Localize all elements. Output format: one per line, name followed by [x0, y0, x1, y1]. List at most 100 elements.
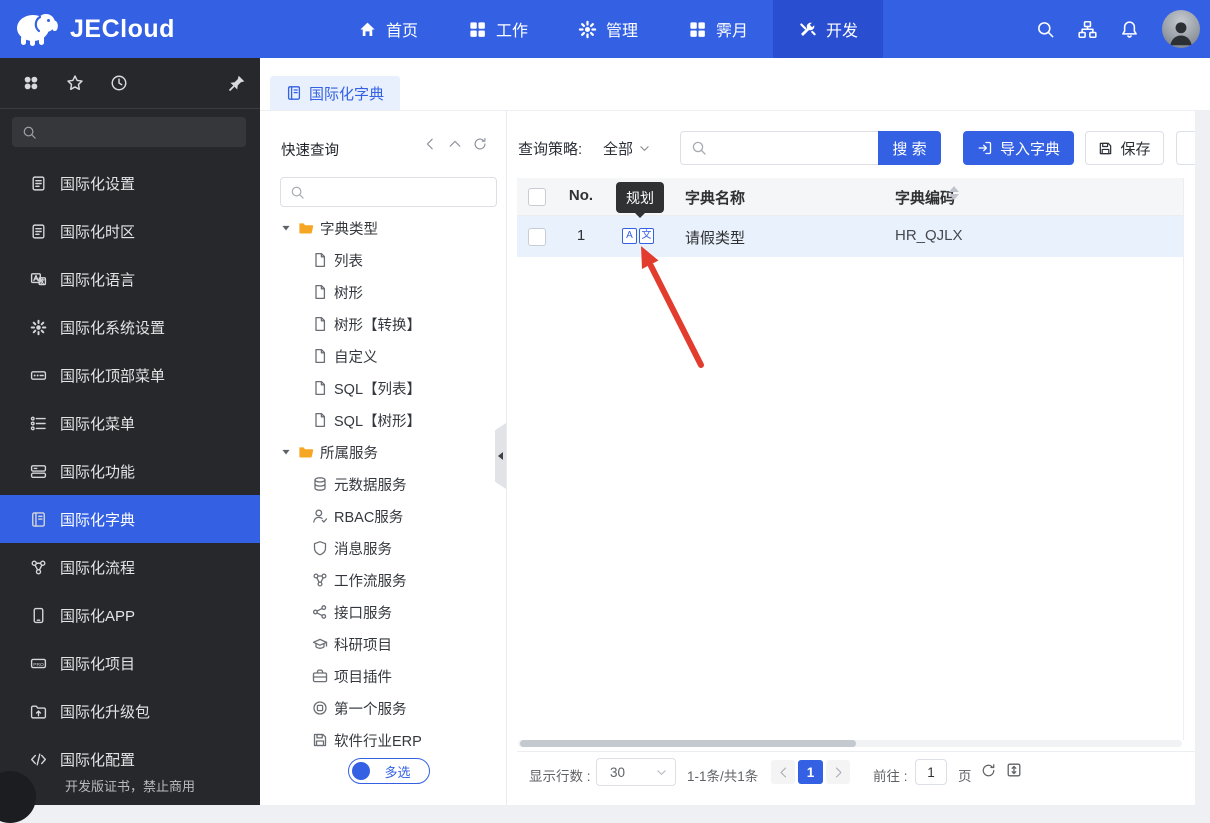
- save-button[interactable]: 保存: [1085, 131, 1164, 165]
- collapse-left-icon[interactable]: [423, 137, 437, 151]
- prev-page-button[interactable]: [771, 760, 795, 784]
- table-row[interactable]: 1 A 文 请假类型 HR_QJLX: [517, 216, 1183, 257]
- navbar-right: [1036, 0, 1200, 58]
- brand[interactable]: JECloud: [12, 0, 175, 58]
- nav-item[interactable]: 开发: [773, 0, 883, 58]
- goto-page-input[interactable]: [915, 759, 947, 785]
- next-page-button[interactable]: [826, 760, 850, 784]
- tree-item-label: 软件行业ERP: [334, 733, 422, 750]
- main-search: 搜 索: [680, 131, 941, 165]
- import-dictionary-button[interactable]: 导入字典: [963, 131, 1074, 165]
- page-number-button[interactable]: 1: [798, 760, 823, 784]
- apps-grid-icon[interactable]: [22, 74, 40, 92]
- user-avatar[interactable]: [1162, 10, 1200, 48]
- chevron-right-icon: [832, 766, 845, 779]
- rows-per-page-select[interactable]: 30: [596, 758, 676, 786]
- tree-item[interactable]: 消息服务: [280, 532, 500, 564]
- person-icon: [1166, 18, 1196, 48]
- tree-item[interactable]: 自定义: [280, 340, 500, 372]
- cell-dictionary-name: 请假类型: [685, 230, 746, 247]
- app-icon: [30, 607, 47, 624]
- tree-item[interactable]: 所属服务: [280, 436, 500, 468]
- refresh-icon[interactable]: [473, 137, 487, 151]
- sort-desc-icon: [949, 194, 959, 200]
- save-button-label: 保存: [1120, 140, 1151, 158]
- tree-item[interactable]: 元数据服务: [280, 468, 500, 500]
- sidebar-item-label: 国际化顶部菜单: [60, 367, 166, 385]
- query-strategy-select[interactable]: 全部: [603, 138, 651, 159]
- tree-item[interactable]: 接口服务: [280, 596, 500, 628]
- star-icon[interactable]: [66, 74, 84, 92]
- search-button[interactable]: 搜 索: [878, 131, 941, 165]
- row-checkbox[interactable]: [528, 228, 546, 246]
- panel-collapse-handle[interactable]: [495, 423, 506, 489]
- translate-badge-b: 文: [639, 228, 654, 244]
- tree-item[interactable]: 树形: [280, 276, 500, 308]
- code-icon: [30, 751, 47, 768]
- select-all-checkbox[interactable]: [528, 188, 546, 206]
- nav-item[interactable]: 霁月: [663, 0, 773, 58]
- quick-query-search[interactable]: [280, 177, 497, 207]
- search-icon[interactable]: [1036, 20, 1055, 39]
- pro-badge-icon: PRO: [30, 655, 47, 672]
- tree-item[interactable]: 列表: [280, 244, 500, 276]
- horizontal-scrollbar: [518, 740, 1182, 747]
- sidebar-item[interactable]: 国际化菜单: [0, 399, 260, 447]
- sidebar-item[interactable]: 国际化流程: [0, 543, 260, 591]
- tree-item[interactable]: SQL【树形】: [280, 404, 500, 436]
- scrollbar-thumb[interactable]: [520, 740, 856, 747]
- sidebar-search-input[interactable]: [45, 123, 229, 141]
- sidebar-item[interactable]: PRO 国际化项目: [0, 639, 260, 687]
- clipped-button[interactable]: [1176, 131, 1195, 165]
- tree-item[interactable]: 工作流服务: [280, 564, 500, 596]
- org-icon[interactable]: [1078, 20, 1097, 39]
- tree-item[interactable]: 软件行业ERP: [280, 724, 500, 756]
- cell-dictionary-code: HR_QJLX: [895, 227, 963, 244]
- folder-open-icon: [298, 220, 314, 236]
- panel-divider: [506, 110, 507, 805]
- nav-item[interactable]: 首页: [333, 0, 443, 58]
- sidebar-item[interactable]: 国际化系统设置: [0, 303, 260, 351]
- multi-select-toggle[interactable]: 多选: [348, 758, 430, 784]
- fit-height-icon[interactable]: [1006, 762, 1022, 778]
- sidebar-item[interactable]: 国际化顶部菜单: [0, 351, 260, 399]
- sidebar-item[interactable]: 国际化功能: [0, 447, 260, 495]
- sidebar-search[interactable]: [12, 117, 246, 147]
- nav-item[interactable]: 工作: [443, 0, 553, 58]
- sidebar-item[interactable]: 国际化字典: [0, 495, 260, 543]
- sidebar-item[interactable]: 国际化升级包: [0, 687, 260, 735]
- tree-item[interactable]: RBAC服务: [280, 500, 500, 532]
- sidebar-item[interactable]: 国际化APP: [0, 591, 260, 639]
- grid-icon: [688, 20, 707, 39]
- sidebar-item[interactable]: 国际化语言: [0, 255, 260, 303]
- translate-badge-icon[interactable]: A 文: [622, 228, 654, 244]
- nav-item[interactable]: 管理: [553, 0, 663, 58]
- pin-icon[interactable]: [228, 74, 246, 92]
- sidebar-item-label: 国际化功能: [60, 463, 136, 481]
- tree-item[interactable]: 树形【转换】: [280, 308, 500, 340]
- tree-item[interactable]: 项目插件: [280, 660, 500, 692]
- user-check-icon: [312, 508, 328, 524]
- refresh-icon[interactable]: [981, 763, 996, 778]
- bell-icon[interactable]: [1120, 20, 1139, 39]
- column-no: No.: [568, 187, 594, 204]
- quick-query-search-input[interactable]: [312, 183, 476, 201]
- sidebar-item-label: 国际化字典: [60, 511, 136, 529]
- tree-item[interactable]: 科研项目: [280, 628, 500, 660]
- collapse-up-icon[interactable]: [448, 137, 462, 151]
- sidebar-item-label: 国际化系统设置: [60, 319, 166, 337]
- tab-i18n-dictionary[interactable]: 国际化字典: [270, 76, 401, 110]
- tree-item[interactable]: 字典类型: [280, 212, 500, 244]
- main-search-input[interactable]: [713, 135, 877, 163]
- sidebar-item-label: 国际化语言: [60, 271, 136, 289]
- tree-item[interactable]: SQL【列表】: [280, 372, 500, 404]
- tree-caret-icon[interactable]: [280, 222, 292, 234]
- quick-query-title: 快速查询: [281, 143, 339, 159]
- tree-caret-icon[interactable]: [280, 446, 292, 458]
- sidebar-item[interactable]: 国际化设置: [0, 159, 260, 207]
- sidebar-item[interactable]: 国际化时区: [0, 207, 260, 255]
- research-icon: [312, 636, 328, 652]
- sort-control[interactable]: [949, 186, 959, 200]
- clock-icon[interactable]: [110, 74, 128, 92]
- tree-item[interactable]: 第一个服务: [280, 692, 500, 724]
